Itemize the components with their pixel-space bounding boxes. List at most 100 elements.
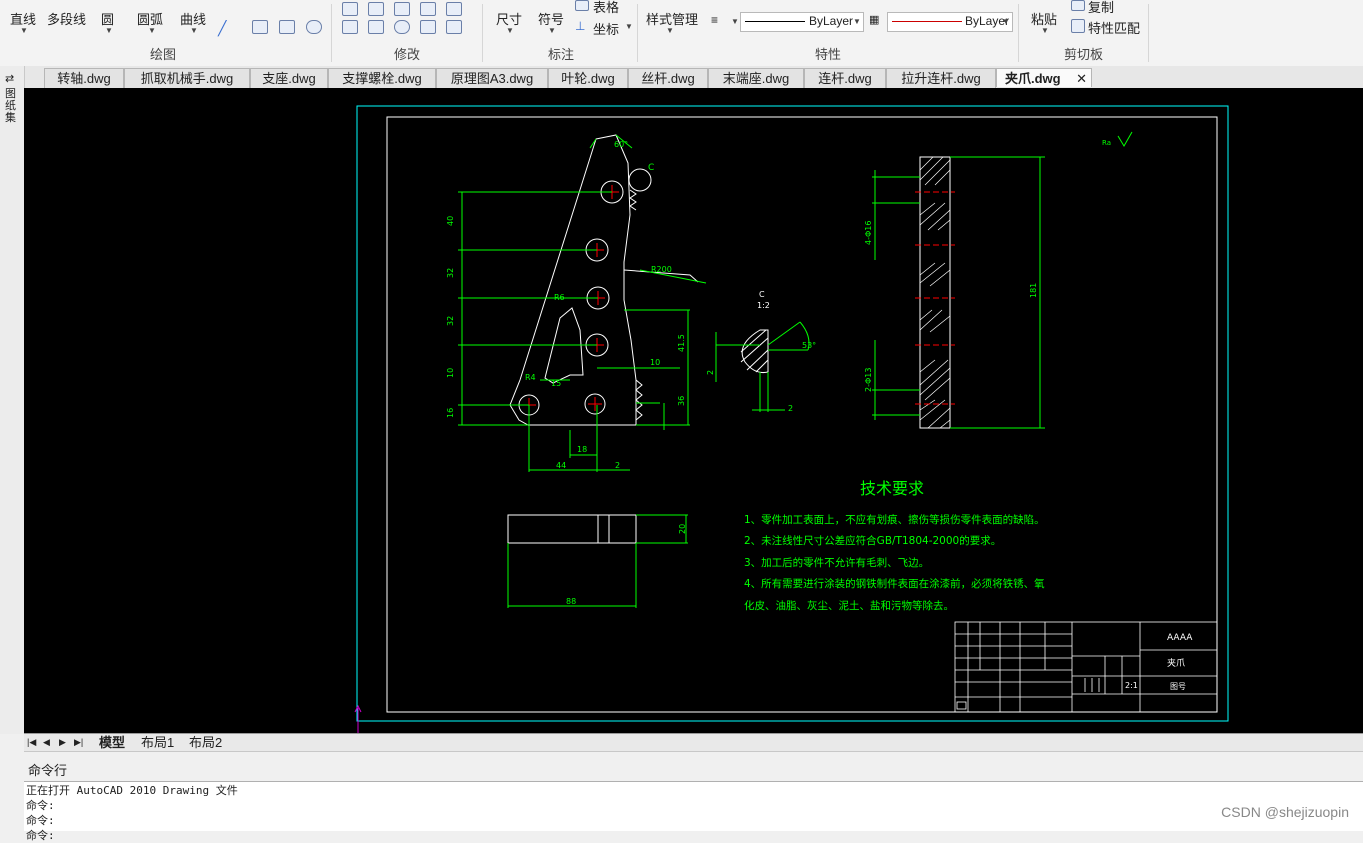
rectangle-icon[interactable] — [446, 2, 462, 16]
sheet-set-label[interactable]: 图纸集 — [5, 88, 19, 124]
linetype-preview — [745, 21, 805, 22]
color-dropdown-icon[interactable]: ▼ — [1002, 17, 1010, 26]
properties-edit-icon[interactable] — [446, 20, 462, 34]
match-properties-button[interactable]: 特性匹配 — [1088, 18, 1140, 37]
dim-r6: R6 — [554, 293, 565, 302]
panel-divider — [637, 4, 638, 62]
mirror-icon[interactable] — [394, 2, 410, 16]
paste-dropdown-icon[interactable]: ▼ — [1041, 26, 1049, 35]
copy-object-icon[interactable] — [368, 20, 384, 34]
linetype-combo[interactable]: ByLayer ▼ — [740, 12, 864, 32]
command-line-1: 正在打开 AutoCAD 2010 Drawing 文件 — [26, 784, 238, 797]
dim-181: 181 — [1029, 283, 1038, 298]
next-layout-icon[interactable]: ▶ — [59, 734, 66, 751]
rotate-icon[interactable] — [394, 20, 410, 34]
command-line-3: 命令: — [26, 814, 55, 827]
coordinate-button[interactable]: 坐标 — [593, 19, 619, 38]
copy-button[interactable]: 复制 — [1088, 0, 1114, 16]
copy-icon[interactable] — [1071, 0, 1085, 11]
dim-32a: 32 — [446, 268, 455, 278]
panel-divider — [482, 4, 483, 62]
color-preview — [892, 21, 962, 22]
match-properties-icon[interactable] — [1071, 19, 1085, 33]
circle-dropdown-icon[interactable]: ▼ — [105, 26, 113, 35]
close-tab-icon[interactable]: ✕ — [1076, 69, 1087, 88]
tab-zhicheng[interactable]: 支撑螺栓.dwg — [328, 68, 436, 88]
section-c-marker: C — [648, 163, 654, 173]
detail-c-label: C 1:2 — [757, 290, 770, 310]
command-header: 命令行 — [24, 751, 1363, 782]
sheet-set-icon[interactable]: ⇄ — [5, 72, 17, 85]
roughness-symbol: Ra — [1102, 131, 1133, 147]
polyline-button[interactable]: 多段线 — [47, 9, 86, 28]
ray-icon[interactable]: ╱ — [218, 20, 232, 36]
dim-60deg: 60° — [614, 140, 628, 149]
symbol-dropdown-icon[interactable]: ▼ — [548, 26, 556, 35]
tab-zhuanzhou[interactable]: 转轴.dwg — [44, 68, 124, 88]
watermark: CSDN @shejizuopin — [1221, 804, 1349, 820]
dim-r4: R4 — [525, 373, 536, 382]
move-icon[interactable] — [342, 2, 358, 16]
coordinate-dropdown-icon[interactable]: ▼ — [625, 22, 633, 31]
prev-layout-icon[interactable]: ◀ — [43, 734, 50, 751]
command-history[interactable]: 正在打开 AutoCAD 2010 Drawing 文件 命令: 命令: 命令: — [24, 781, 1363, 842]
detail-c-dims — [715, 321, 810, 412]
tab-lashengliangan[interactable]: 拉升连杆.dwg — [886, 68, 996, 88]
tab-liangan[interactable]: 连杆.dwg — [804, 68, 886, 88]
drawing-canvas[interactable]: 40 32 32 10 16 15 18 44 2 R200 60° R4 R6… — [24, 88, 1363, 733]
detail-c-view — [740, 329, 769, 373]
dimension-texts: 40 32 32 10 16 15 18 44 2 R200 60° R4 R6… — [446, 140, 686, 470]
tab-moduanzuo[interactable]: 末端座.dwg — [708, 68, 804, 88]
linetype-dropdown-icon[interactable]: ▼ — [853, 17, 861, 26]
tab-layout2[interactable]: 布局2 — [189, 734, 222, 751]
region-icon[interactable] — [279, 20, 295, 34]
lineweight-icon[interactable]: ≡ — [711, 13, 718, 27]
lineweight-dropdown-icon[interactable]: ▼ — [731, 17, 739, 26]
dim-36: 36 — [677, 396, 686, 406]
tab-yuanlitu[interactable]: 原理图A3.dwg — [436, 68, 548, 88]
boundary-icon[interactable] — [306, 20, 322, 34]
tech-item-5: 化皮、油脂、灰尘、泥土、盐和污物等除去。 — [744, 599, 954, 612]
coordinate-icon[interactable]: ⊥ — [575, 19, 587, 33]
hatch-icon[interactable] — [252, 20, 268, 34]
tab-zhizuo[interactable]: 支座.dwg — [250, 68, 328, 88]
annotate-panel-label: 标注 — [548, 47, 575, 62]
command-header-label: 命令行 — [28, 763, 68, 778]
command-line-2: 命令: — [26, 799, 55, 812]
table-button[interactable]: 表格 — [593, 0, 619, 16]
bottom-view — [507, 514, 637, 544]
tech-item-1: 1、零件加工表面上，不应有划痕、擦伤等损伤零件表面的缺陷。 — [744, 513, 1045, 526]
tab-model[interactable]: 模型 — [99, 734, 125, 751]
modify-panel-label: 修改 — [394, 47, 421, 62]
tab-layout1[interactable]: 布局1 — [141, 734, 174, 751]
sheet-set-strip: ⇄ 图纸集 — [0, 66, 25, 734]
dim-20: 20 — [678, 524, 687, 534]
title-scale: 2:1 — [1125, 681, 1138, 690]
offset-icon[interactable] — [420, 2, 436, 16]
tab-yelun[interactable]: 叶轮.dwg — [548, 68, 628, 88]
last-layout-icon[interactable]: ▶| — [74, 734, 83, 751]
dim-53deg: 53° — [802, 341, 816, 350]
color-grid-icon[interactable]: ▦ — [869, 13, 879, 26]
curve-dropdown-icon[interactable]: ▼ — [190, 26, 198, 35]
trim-icon[interactable] — [368, 2, 384, 16]
style-manager-dropdown-icon[interactable]: ▼ — [666, 26, 674, 35]
array-icon[interactable] — [420, 20, 436, 34]
tab-zhuaqu[interactable]: 抓取机械手.dwg — [124, 68, 250, 88]
color-combo[interactable]: ByLayer ▼ — [887, 12, 1013, 32]
tab-jiazhua[interactable]: 夹爪.dwg ✕ — [996, 68, 1092, 87]
document-tab-bar: 转轴.dwg 抓取机械手.dwg 支座.dwg 支撑螺栓.dwg 原理图A3.d… — [0, 66, 1363, 89]
dim-2b: 2 — [788, 404, 793, 413]
dim-2a: 2 — [706, 370, 715, 375]
arc-dropdown-icon[interactable]: ▼ — [148, 26, 156, 35]
table-icon[interactable] — [575, 0, 589, 11]
stretch-icon[interactable] — [342, 20, 358, 34]
dim-2-phi13: 2-Φ13 — [864, 368, 873, 392]
tab-sigan[interactable]: 丝杆.dwg — [628, 68, 708, 88]
panel-divider — [1148, 4, 1149, 62]
dimension-dropdown-icon[interactable]: ▼ — [506, 26, 514, 35]
line-dropdown-icon[interactable]: ▼ — [20, 26, 28, 35]
dim-40: 40 — [446, 216, 455, 226]
first-layout-icon[interactable]: |◀ — [27, 734, 36, 751]
svg-text:Ra: Ra — [1102, 139, 1111, 147]
